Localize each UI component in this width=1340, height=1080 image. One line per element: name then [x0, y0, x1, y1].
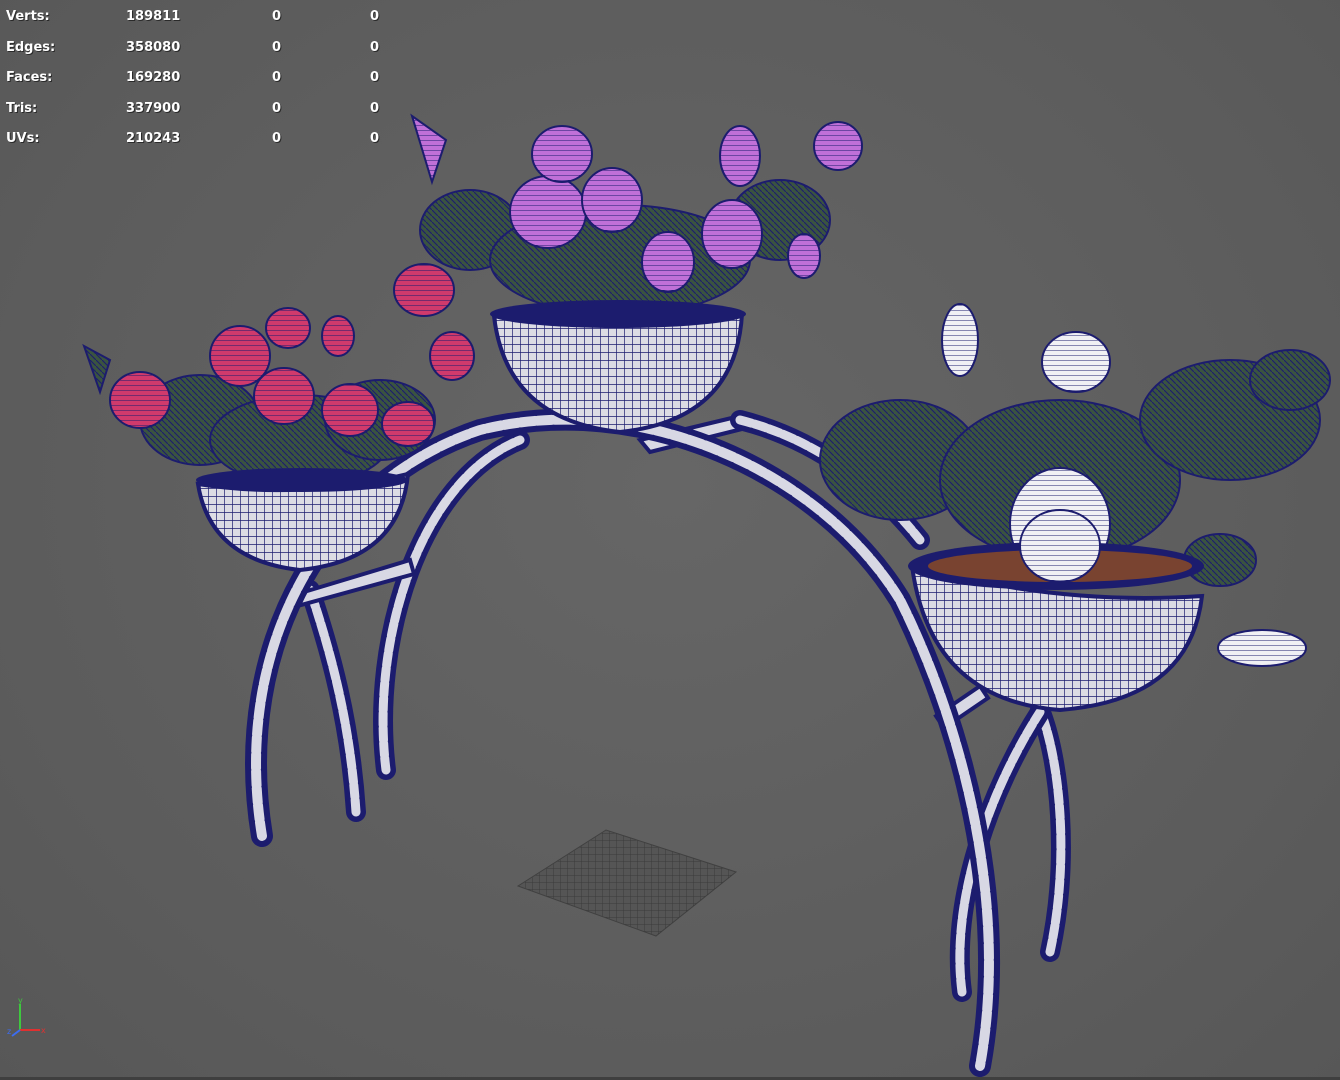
stat-label: Verts:	[6, 9, 50, 24]
stat-component: 0	[370, 100, 380, 116]
stat-label: Edges:	[6, 39, 56, 55]
stat-component: 0	[370, 39, 380, 55]
stat-selected: 0	[272, 9, 282, 24]
stat-component: 0	[370, 9, 380, 24]
stats-row-verts: Verts: 189811 0 0	[6, 2, 386, 33]
stat-component: 0	[370, 131, 380, 146]
axis-z-label: z	[7, 1027, 11, 1036]
stats-row-tris: Tris: 337900 0 0	[6, 94, 386, 125]
center-plant	[410, 113, 863, 316]
3d-viewport[interactable]: Verts: 189811 0 0 Edges: 358080 0 0 Face…	[0, 0, 1340, 1080]
ground-grid	[516, 829, 738, 937]
stat-selected: 0	[272, 131, 282, 146]
stat-component: 0	[370, 70, 380, 85]
stat-label: Faces:	[6, 70, 53, 85]
axis-gizmo-icon: y z x	[7, 996, 46, 1037]
stat-total: 337900	[126, 100, 181, 116]
flower-stand-model[interactable]	[0, 0, 1340, 1080]
stat-selected: 0	[272, 100, 282, 116]
stats-row-faces: Faces: 169280 0 0	[6, 63, 386, 94]
stat-total: 169280	[126, 70, 181, 85]
poly-count-hud: Verts: 189811 0 0 Edges: 358080 0 0 Face…	[6, 2, 386, 155]
stat-total: 210243	[126, 131, 181, 146]
left-pot	[195, 468, 411, 573]
stat-total: 358080	[126, 39, 181, 55]
stat-label: UVs:	[6, 131, 40, 146]
stat-selected: 0	[272, 70, 282, 85]
stat-label: Tris:	[6, 100, 38, 116]
stat-selected: 0	[272, 39, 282, 55]
stats-row-edges: Edges: 358080 0 0	[6, 33, 386, 64]
axis-y-label: y	[18, 996, 23, 1005]
stats-row-uvs: UVs: 210243 0 0	[6, 124, 386, 155]
right-pot	[908, 509, 1205, 713]
stat-total: 189811	[126, 9, 181, 24]
axis-x-label: x	[41, 1026, 46, 1035]
